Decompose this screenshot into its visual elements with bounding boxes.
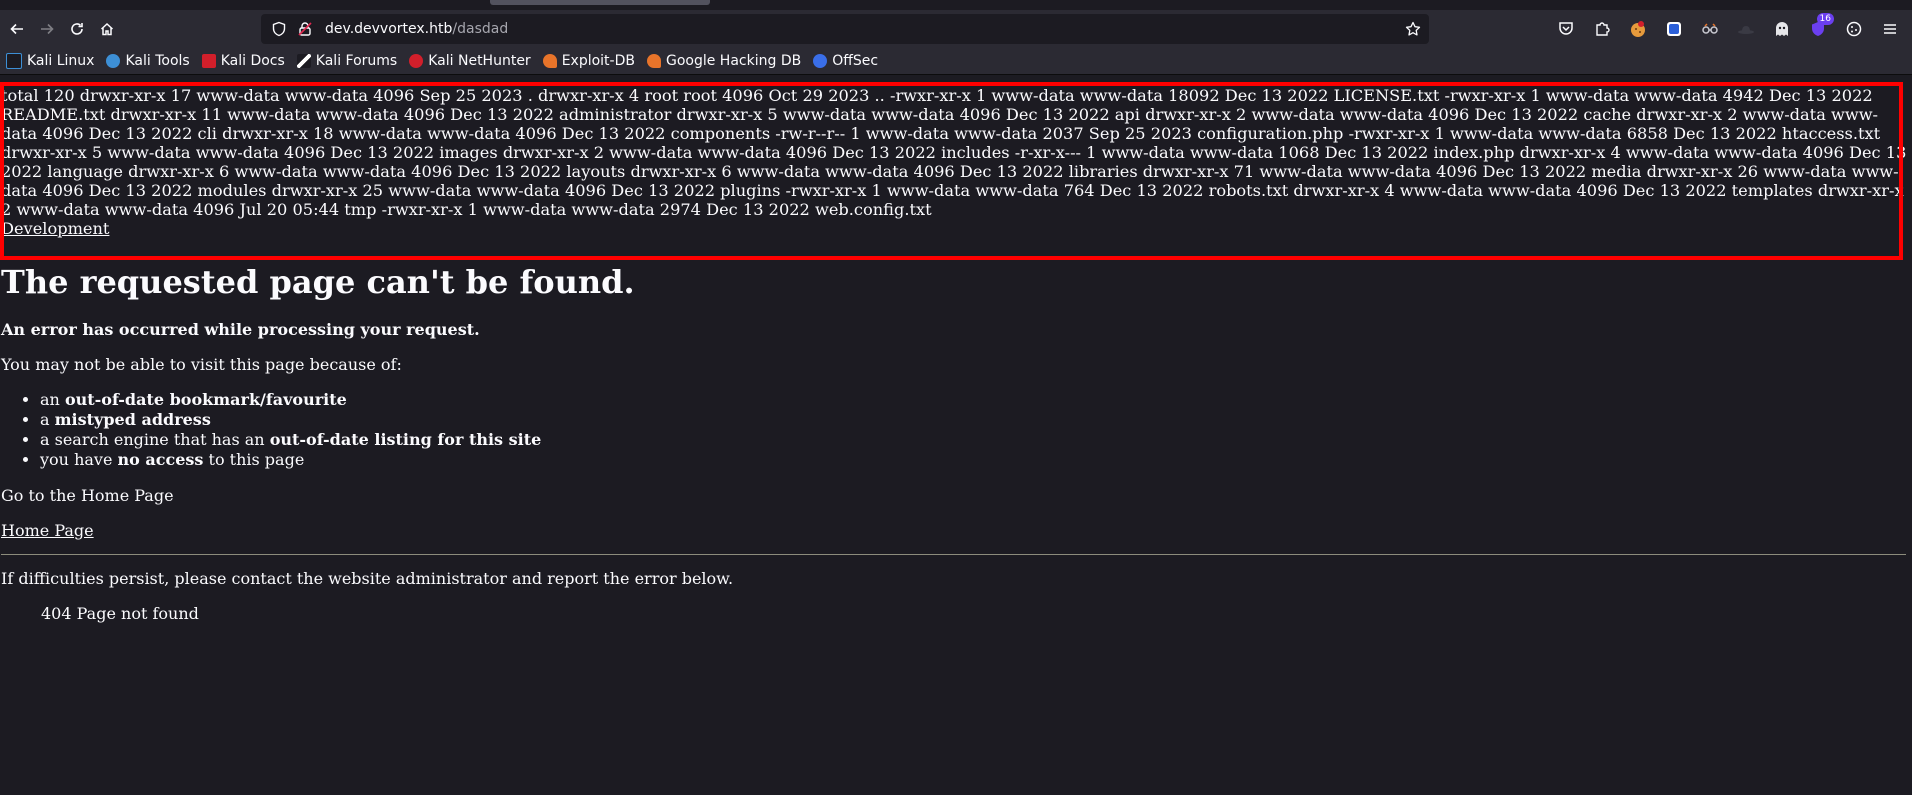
menu-button[interactable] <box>1876 15 1904 43</box>
list-item: you have no access to this page <box>40 450 1912 470</box>
insecure-lock-icon[interactable] <box>297 21 313 37</box>
bookmark-kali-forums[interactable]: Kali Forums <box>296 53 397 69</box>
page-title: The requested page can't be found. <box>1 263 635 301</box>
page-content: total 120 drwxr-xr-x 17 www-data www-dat… <box>0 75 1912 623</box>
error-subtitle: An error has occurred while processing y… <box>1 320 480 339</box>
bookmark-star-icon[interactable] <box>1405 21 1421 37</box>
url-path[interactable]: /dasdad <box>452 21 508 37</box>
bookmark-google-hacking-db[interactable]: Google Hacking DB <box>646 53 801 69</box>
toolbar-extensions: 16 <box>1552 10 1904 48</box>
kali-forums-icon <box>296 54 311 68</box>
list-item: a mistyped address <box>40 410 1912 430</box>
cookie-editor-button[interactable] <box>1840 15 1868 43</box>
shield-extension-button[interactable]: 16 <box>1804 13 1834 43</box>
reload-button[interactable] <box>62 14 92 44</box>
bookmarks-toolbar: Kali Linux Kali Tools Kali Docs Kali For… <box>0 48 1912 75</box>
address-bar[interactable]: dev.devvortex.htb/dasdad <box>261 14 1429 44</box>
reason-intro: You may not be able to visit this page b… <box>1 355 402 374</box>
puzzle-icon <box>1596 22 1610 36</box>
bookmark-kali-linux[interactable]: Kali Linux <box>6 53 94 69</box>
forward-arrow-icon <box>41 23 54 35</box>
back-arrow-icon <box>10 23 23 35</box>
bookmark-exploit-db[interactable]: Exploit-DB <box>542 53 635 69</box>
list-item: an out-of-date bookmark/favourite <box>40 390 1912 410</box>
extensions-button[interactable] <box>1588 15 1616 43</box>
extension-badge: 16 <box>1816 13 1834 25</box>
hat-icon <box>1738 26 1754 34</box>
home-button[interactable] <box>92 14 122 44</box>
bookmark-kali-nethunter[interactable]: Kali NetHunter <box>409 53 531 69</box>
shield-icon[interactable] <box>271 21 287 37</box>
divider <box>1 554 1906 555</box>
development-link[interactable]: Development <box>1 219 109 238</box>
exploit-db-icon <box>542 54 557 68</box>
directory-listing: total 120 drwxr-xr-x 17 www-data www-dat… <box>0 75 1912 260</box>
cookie-extension-button[interactable] <box>1624 15 1652 43</box>
back-button[interactable] <box>2 14 32 44</box>
reason-list: an out-of-date bookmark/favourite a mist… <box>0 390 1912 470</box>
goto-home-text: Go to the Home Page <box>1 486 174 505</box>
tab-strip-scroll[interactable] <box>490 0 710 5</box>
hamburger-menu-icon <box>1884 24 1896 34</box>
kali-dragon-icon <box>6 53 22 69</box>
ghost-icon <box>1776 22 1788 36</box>
cookie-outline-icon <box>1846 21 1862 37</box>
reload-icon <box>71 23 83 35</box>
wappalyzer-button[interactable] <box>1660 15 1688 43</box>
hat-extension-button[interactable] <box>1732 15 1760 43</box>
google-hacking-db-icon <box>646 54 661 68</box>
navigation-toolbar: dev.devvortex.htb/dasdad 16 <box>0 10 1912 48</box>
kali-docs-icon <box>201 54 216 68</box>
kali-nethunter-icon <box>409 54 424 68</box>
forward-button[interactable] <box>32 14 62 44</box>
bookmark-kali-tools[interactable]: Kali Tools <box>106 53 190 69</box>
cookie-icon <box>1631 21 1645 37</box>
tab-strip <box>0 0 1912 10</box>
pocket-button[interactable] <box>1552 15 1580 43</box>
wappalyzer-icon <box>1667 22 1681 36</box>
directory-listing-text: total 120 drwxr-xr-x 17 www-data www-dat… <box>1 86 1907 219</box>
offsec-icon <box>813 54 828 68</box>
ghost-extension-button[interactable] <box>1768 15 1796 43</box>
home-icon <box>100 22 114 36</box>
url-host[interactable]: dev.devvortex.htb <box>325 21 452 37</box>
kali-tools-icon <box>106 54 121 68</box>
home-page-link[interactable]: Home Page <box>1 521 94 540</box>
list-item: a search engine that has an out-of-date … <box>40 430 1912 450</box>
pocket-icon <box>1559 22 1573 35</box>
glasses-icon <box>1702 23 1718 34</box>
difficulties-text: If difficulties persist, please contact … <box>1 569 734 588</box>
browser-chrome: dev.devvortex.htb/dasdad 16 Kali Linux K… <box>0 0 1912 75</box>
foxyproxy-button[interactable] <box>1696 15 1724 43</box>
bookmark-kali-docs[interactable]: Kali Docs <box>201 53 285 69</box>
bookmark-offsec[interactable]: OffSec <box>813 53 878 69</box>
error-code: 404 Page not found <box>41 604 199 623</box>
